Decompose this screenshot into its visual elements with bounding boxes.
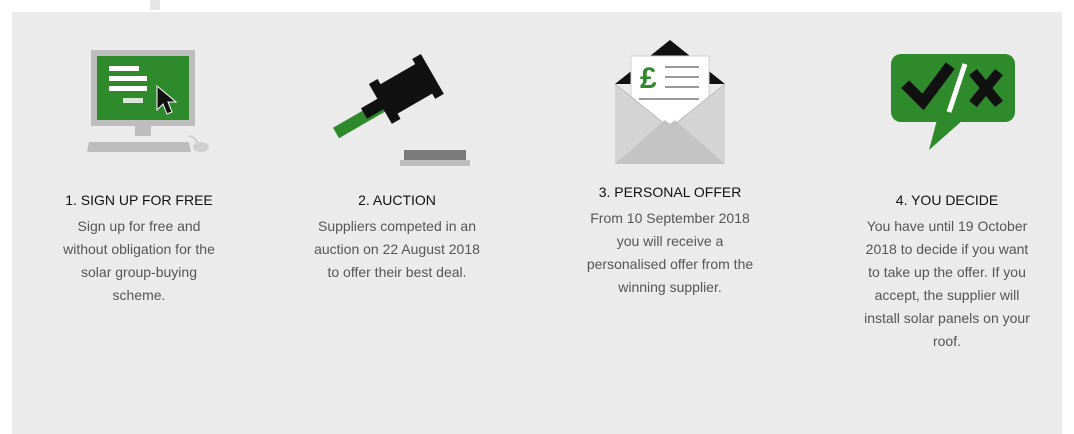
step-personal-offer: £ 3. PERSONAL OFFER From 10 September 20… (585, 40, 755, 299)
step-sign-up: 1. SIGN UP FOR FREE Sign up for free and… (54, 42, 224, 307)
computer-signup-icon (87, 50, 209, 152)
step-description: Suppliers competed in an auction on 22 A… (314, 218, 480, 280)
step-title: 1. SIGN UP FOR FREE (65, 192, 213, 208)
steps-panel: 1. SIGN UP FOR FREE Sign up for free and… (12, 12, 1062, 434)
decision-bubble-icon (891, 54, 1015, 150)
step-auction: 2. AUCTION Suppliers competed in an auct… (312, 42, 482, 284)
pound-symbol: £ (640, 62, 657, 95)
decorative-mark (150, 0, 160, 10)
step-description: Sign up for free and without obligation … (63, 218, 215, 303)
step-title: 2. AUCTION (358, 192, 436, 208)
step-description: From 10 September 2018 you will receive … (586, 210, 754, 295)
step-title: 4. YOU DECIDE (895, 192, 999, 208)
auction-gavel-icon (333, 53, 470, 166)
step-title: 3. PERSONAL OFFER (598, 184, 742, 200)
envelope-offer-icon: £ (614, 40, 726, 164)
top-strip (0, 0, 1074, 12)
step-description: You have until 19 October 2018 to decide… (864, 218, 1030, 349)
step-you-decide: 4. YOU DECIDE You have until 19 October … (862, 42, 1032, 353)
